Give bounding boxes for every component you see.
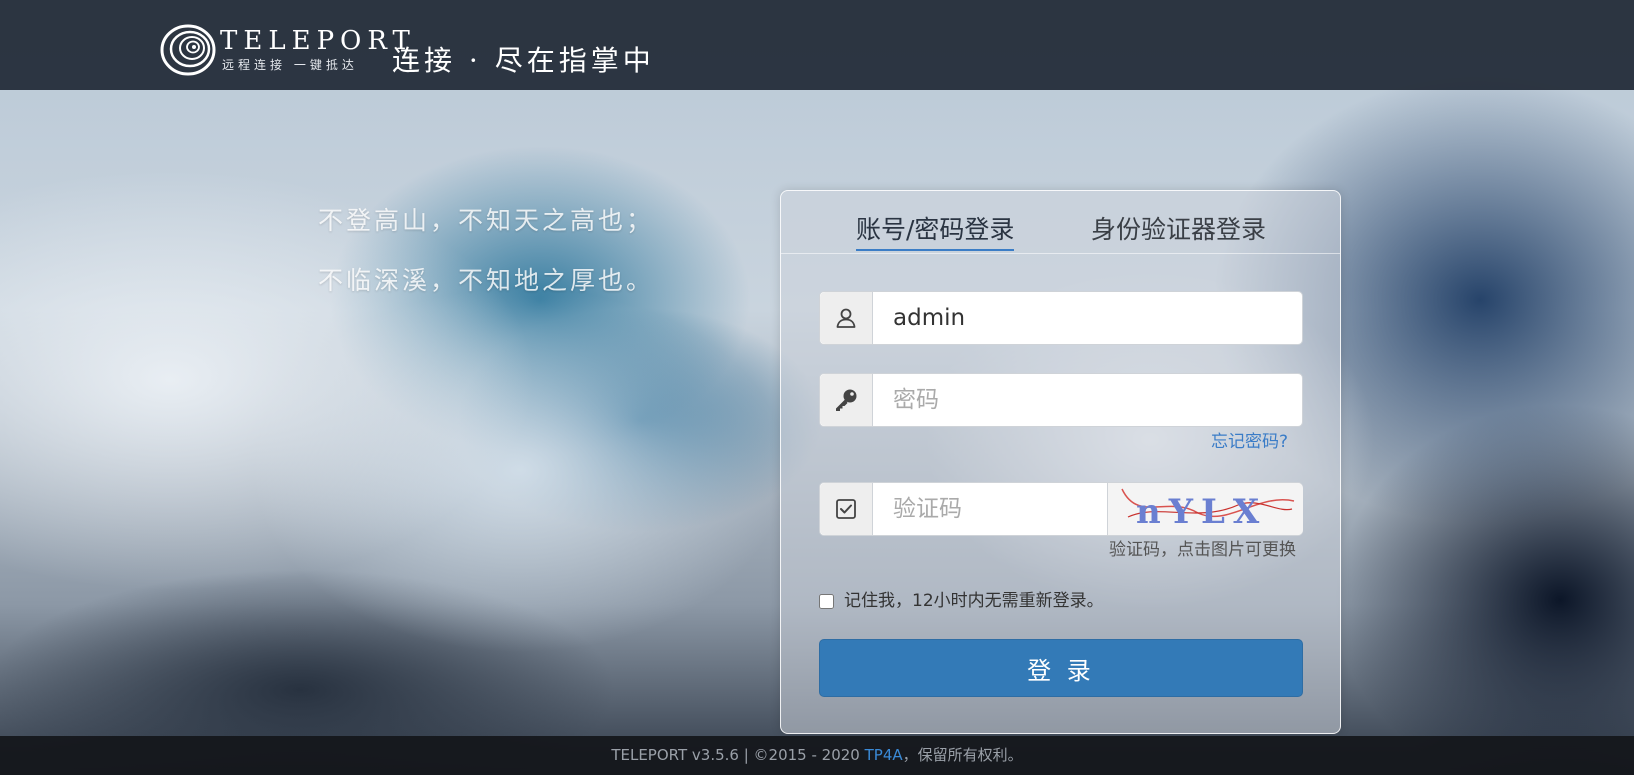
footer-tp4a-link[interactable]: TP4A [865,746,903,764]
poem-line-1: 不登高山，不知天之高也； [318,206,655,235]
password-addon [820,374,873,426]
check-square-icon [836,499,856,519]
tab-password-login[interactable]: 账号/密码登录 [856,215,1015,251]
remember-me-label[interactable]: 记住我，12小时内无需重新登录。 [844,590,1104,612]
tab-authenticator-login[interactable]: 身份验证器登录 [1091,215,1266,245]
footer: TELEPORT v3.5.6 | ©2015 - 2020 TP4A，保留所有… [0,736,1634,775]
captcha-input[interactable] [873,483,1107,535]
footer-copyright: TELEPORT v3.5.6 | ©2015 - 2020 [611,746,865,764]
username-input[interactable] [873,292,1302,344]
captcha-hint: 验证码，点击图片可更换 [1109,540,1296,560]
remember-me-checkbox[interactable] [819,593,834,609]
password-input-group [819,373,1303,427]
brand-name: TELEPORT [220,26,416,56]
captcha-text: nYLX [1136,492,1267,532]
remember-me-row: 记住我，12小时内无需重新登录。 [819,589,1104,613]
teleport-logo-icon [160,24,216,76]
username-input-group [819,291,1303,345]
captcha-image[interactable]: nYLX [1107,483,1303,535]
password-input[interactable] [873,374,1302,426]
key-icon [836,389,857,411]
header-bar: TELEPORT 远程连接 一键抵达 连接 · 尽在指掌中 [0,0,1634,90]
brand-subtitle: 远程连接 一键抵达 [222,58,358,72]
captcha-input-group: nYLX [819,482,1303,536]
captcha-addon [820,483,873,535]
forgot-password-link[interactable]: 忘记密码? [1211,431,1288,453]
login-page: TELEPORT 远程连接 一键抵达 连接 · 尽在指掌中 不登高山，不知天之高… [0,0,1634,775]
footer-rights: ，保留所有权利。 [902,746,1023,764]
username-addon [820,292,873,344]
captcha-graphic: nYLX [1121,488,1295,532]
poem-line-2: 不临深溪，不知地之厚也。 [318,266,655,295]
login-button[interactable]: 登 录 [819,639,1303,697]
user-icon [836,308,856,328]
login-tabs: 账号/密码登录 身份验证器登录 [781,191,1340,254]
login-panel: 账号/密码登录 身份验证器登录 忘记密码? [780,190,1341,734]
header-slogan: 连接 · 尽在指掌中 [392,44,655,77]
